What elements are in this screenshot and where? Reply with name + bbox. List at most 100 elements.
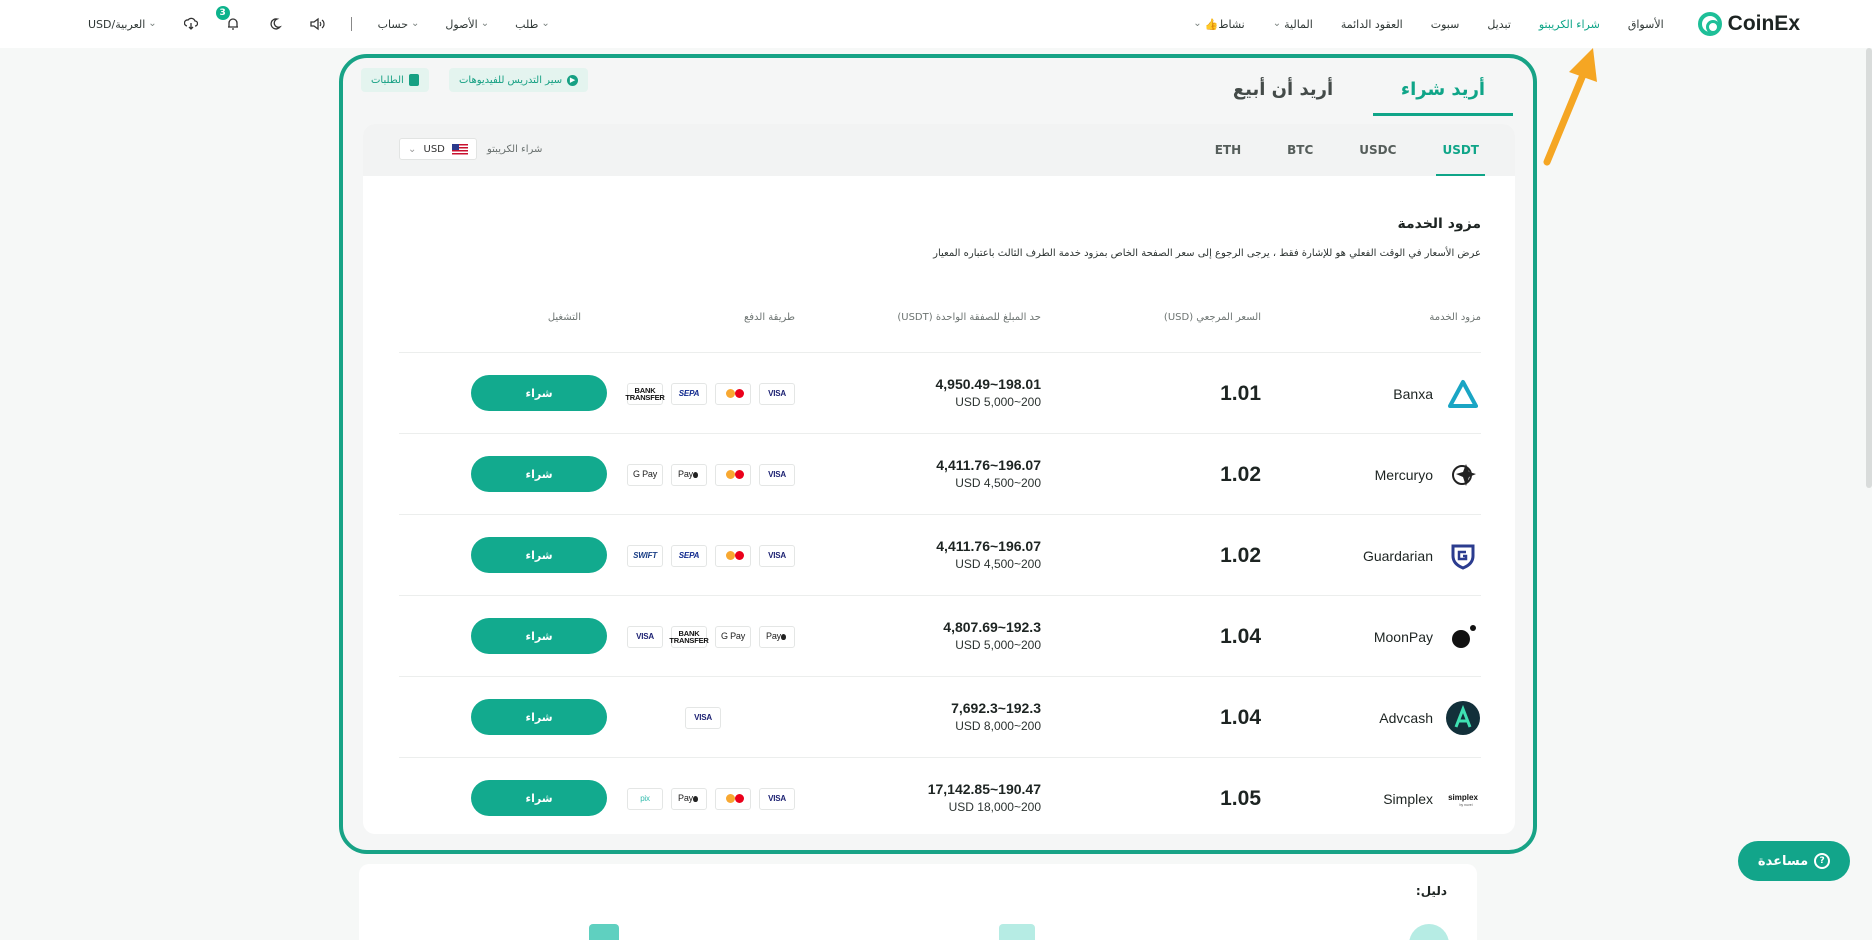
- visa-payment-icon: VISA: [759, 382, 795, 405]
- download-icon[interactable]: [183, 16, 199, 32]
- buy-button[interactable]: شراء: [471, 699, 607, 735]
- pix-payment-icon: pix: [627, 787, 663, 810]
- payment-text: VISA: [768, 389, 786, 398]
- payment-text: SEPA: [678, 551, 700, 560]
- payment-text: Pay: [678, 793, 693, 803]
- header-provider: مزود الخدمة: [1429, 312, 1481, 323]
- sepa-payment-icon: SEPA: [671, 382, 707, 405]
- nav-assets[interactable]: الأصول: [445, 18, 489, 31]
- table-row: Banxa 1.01 4,950.49~198.01 USD 5,000~200 VIS…: [399, 352, 1481, 433]
- provider-name: Advcash: [1379, 709, 1433, 726]
- provider-name: Banxa: [1393, 385, 1433, 402]
- nav-item-finance[interactable]: المالية: [1273, 18, 1313, 31]
- providers-table: Banxa 1.01 4,950.49~198.01 USD 5,000~200 VIS…: [399, 352, 1481, 834]
- nav-item-futures[interactable]: العقود الدائمة: [1341, 18, 1403, 31]
- nav-item-swap[interactable]: تبديل: [1487, 18, 1511, 31]
- reference-price: 1.02: [1220, 463, 1261, 486]
- guide-step-icon: [1409, 924, 1449, 940]
- provider-cell: simplex by nuvei Simplex: [1383, 758, 1481, 834]
- chevron-down-icon: ⌄: [408, 143, 417, 155]
- provider-cell: Banxa: [1393, 353, 1481, 434]
- transaction-limit: 17,142.85~190.47 USD 18,000~200: [928, 780, 1041, 816]
- svg-text:by nuvei: by nuvei: [1459, 803, 1472, 807]
- language-currency-selector[interactable]: USD/العربية: [88, 18, 157, 31]
- banxa-logo-icon: [1445, 376, 1481, 412]
- page-scrollbar[interactable]: [1866, 48, 1872, 488]
- payment-methods: Pay G Pay BANK TRANSFERBANKTRANSFER VISA: [627, 596, 795, 677]
- coin-tabs: USDT USDC BTC ETH: [1215, 124, 1485, 176]
- notification-count-badge: 3: [215, 6, 230, 20]
- advcash-logo-icon: [1445, 700, 1481, 736]
- coin-tab-eth[interactable]: ETH: [1215, 124, 1241, 176]
- coin-tab-usdt[interactable]: USDT: [1436, 124, 1485, 176]
- google-payment-icon: G Pay: [627, 463, 663, 486]
- payment-text: VISA: [768, 551, 786, 560]
- visa-payment-icon: VISA: [759, 463, 795, 486]
- payment-methods: VISA SEPA SWIFT: [627, 515, 795, 596]
- section-note: عرض الأسعار في الوقت الفعلي هو للإشارة ف…: [933, 248, 1481, 259]
- swift-payment-icon: SWIFT: [627, 544, 663, 567]
- mc-payment-icon: [715, 463, 751, 486]
- payment-text: Pay: [766, 631, 781, 641]
- limit-usdt: 4,411.76~196.07: [936, 538, 1041, 554]
- reference-price: 1.02: [1220, 544, 1261, 567]
- header-action: التشغيل: [547, 312, 581, 323]
- payment-methods: VISA SEPA BANK TRANSFERBANKTRANSFER: [625, 353, 795, 434]
- tab-buy[interactable]: أريد شراء: [1373, 70, 1513, 116]
- limit-usdt: 7,692.3~192.3: [951, 700, 1041, 716]
- nav-account[interactable]: حساب: [378, 18, 420, 31]
- nav-item-spot[interactable]: سبوت: [1431, 18, 1460, 31]
- notification-bell-icon[interactable]: 3: [215, 6, 241, 32]
- help-button[interactable]: ? مساعدة: [1738, 841, 1850, 881]
- coin-tab-btc[interactable]: BTC: [1287, 124, 1313, 176]
- buy-button[interactable]: شراء: [471, 780, 607, 816]
- orders-button[interactable]: الطلبات: [361, 68, 429, 92]
- payment-text: G Pay: [721, 631, 746, 641]
- payment-methods: VISA Pay G Pay: [627, 434, 795, 515]
- guardarian-logo-icon: [1445, 538, 1481, 574]
- limit-usd: USD 18,000~200: [948, 800, 1041, 814]
- help-label: مساعدة: [1757, 853, 1809, 869]
- nav-item-activity[interactable]: 👍نشاط: [1193, 18, 1245, 31]
- visa-payment-icon: VISA: [627, 625, 663, 648]
- currency-dropdown[interactable]: USD ⌄: [399, 138, 477, 160]
- buy-button[interactable]: شراء: [471, 456, 607, 492]
- transaction-limit: 4,411.76~196.07 USD 4,500~200: [936, 456, 1041, 492]
- bank-payment-icon: BANK TRANSFERBANKTRANSFER: [669, 625, 709, 648]
- provider-name: Mercuryo: [1374, 466, 1433, 483]
- orders-label: الطلبات: [371, 74, 404, 86]
- nav-divider: [350, 17, 352, 31]
- apple-logo-icon: [692, 471, 698, 478]
- limit-usd: USD 5,000~200: [955, 638, 1041, 652]
- provider-cell: Mercuryo: [1375, 434, 1481, 515]
- buy-button[interactable]: شراء: [471, 618, 607, 654]
- table-row: Guardarian 1.02 4,411.76~196.07 USD 4,500~2…: [399, 514, 1481, 595]
- provider-name: MoonPay: [1373, 628, 1433, 645]
- dark-mode-moon-icon[interactable]: [267, 16, 283, 32]
- sound-icon[interactable]: [309, 16, 325, 32]
- header-limit: حد المبلغ للصفقة الواحدة (USDT): [897, 312, 1041, 323]
- bank-payment-icon: BANK TRANSFERBANKTRANSFER: [625, 382, 665, 405]
- limit-usdt: 4,950.49~198.01: [935, 376, 1042, 392]
- transaction-limit: 7,692.3~192.3 USD 8,000~200: [951, 699, 1041, 735]
- coinex-logo[interactable]: CoinEx: [1697, 12, 1800, 36]
- sepa-payment-icon: SEPA: [671, 544, 707, 567]
- nav-item-markets[interactable]: الأسواق: [1628, 18, 1664, 31]
- payment-text: VISA: [636, 632, 654, 641]
- apple-payment-icon: Pay: [671, 463, 707, 486]
- guide-section: دليل:: [359, 864, 1477, 940]
- tab-sell[interactable]: أريد أن أبيع: [1213, 70, 1353, 116]
- provider-name: Guardarian: [1362, 547, 1433, 564]
- buy-button[interactable]: شراء: [471, 537, 607, 573]
- nav-item-buy-crypto[interactable]: شراء الكريبتو: [1539, 18, 1600, 31]
- visa-payment-icon: VISA: [685, 706, 721, 729]
- coin-tab-usdc[interactable]: USDC: [1359, 124, 1396, 176]
- payment-text: pix: [640, 794, 650, 803]
- buy-button[interactable]: شراء: [471, 375, 607, 411]
- coin-selector-bar: USDT USDC BTC ETH شراء الكريبتو USD ⌄: [363, 124, 1515, 176]
- fiat-label: شراء الكريبتو: [487, 143, 543, 155]
- table-row: Advcash 1.04 7,692.3~192.3 USD 8,000~200 VIS…: [399, 676, 1481, 757]
- video-tutorial-button[interactable]: ▶ سير التدريس للفيديوهات: [449, 68, 589, 92]
- nav-order[interactable]: طلب: [515, 18, 550, 31]
- apple-payment-icon: Pay: [759, 625, 795, 648]
